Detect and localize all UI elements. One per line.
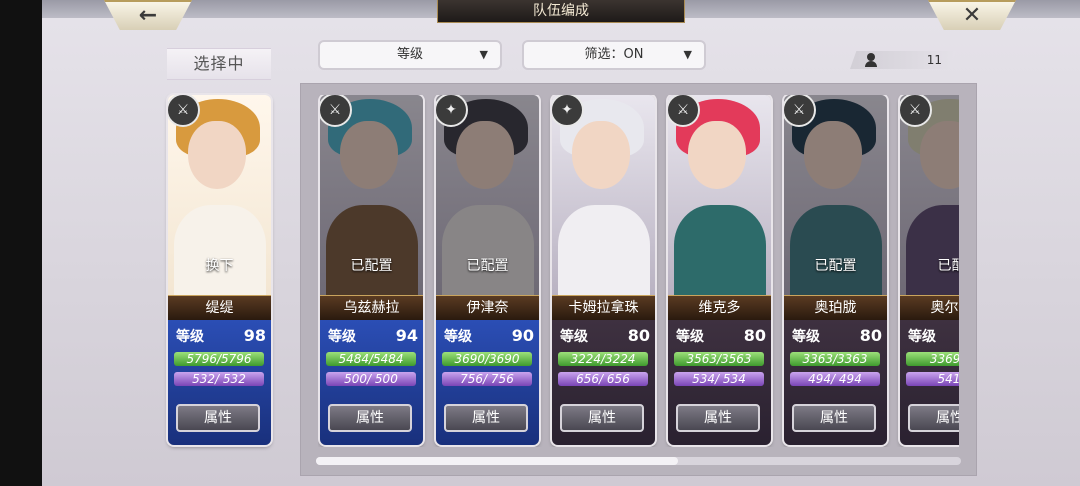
character-stats: 等级 90 3690/3690 756/ 756 属性	[436, 320, 539, 445]
attributes-button[interactable]: 属性	[792, 404, 876, 432]
level-label: 等级	[560, 329, 588, 345]
sp-bar: 532/ 532	[174, 372, 264, 386]
hp-bar: 5484/5484	[326, 352, 416, 366]
sp-bar: 500/ 500	[326, 372, 416, 386]
hp-bar: 3363/3363	[790, 352, 880, 366]
assigned-label: 已配	[937, 258, 960, 274]
page-title: 队伍编成	[437, 0, 685, 23]
level-value: 80	[627, 326, 650, 345]
assigned-label: 已配置	[466, 258, 509, 274]
back-button[interactable]: ←	[104, 0, 192, 30]
roster-card[interactable]: ⚔ 维克多 等级 80 3563/3563 534/ 534 属性	[668, 95, 771, 445]
sp-bar: 494/ 494	[790, 372, 880, 386]
character-stats: 等级 80 3224/3224 656/ 656 属性	[552, 320, 655, 445]
member-count-badge: 11	[850, 51, 956, 69]
hp-bar: 3563/3563	[674, 352, 764, 366]
close-button[interactable]: ✕	[928, 0, 1016, 30]
chevron-down-icon: ▼	[479, 48, 488, 61]
attributes-button[interactable]: 属性	[560, 404, 644, 432]
assigned-label: 已配置	[350, 258, 393, 274]
selected-character-card[interactable]: 换下 ⚔ 缇缇 等级 98 5796/5796 532/ 532 属性	[168, 95, 271, 445]
back-arrow-icon: ←	[138, 2, 158, 28]
hp-bar: 3369/3	[906, 352, 959, 366]
sp-bar: 756/ 756	[442, 372, 532, 386]
roster-card[interactable]: 已配置 ✦ 伊津奈 等级 90 3690/3690 756/ 756 属性	[436, 95, 539, 445]
sp-bar: 534/ 534	[674, 372, 764, 386]
game-screen: ← 队伍编成 ✕ 选择中 等级 ▼ 筛选：ON ▼ 11 换下 ⚔ 缇缇 等级 …	[42, 0, 1080, 486]
attributes-button[interactable]: 属性	[444, 404, 528, 432]
sp-bar: 656/ 656	[558, 372, 648, 386]
character-stats: 等级 98 5796/5796 532/ 532 属性	[168, 320, 271, 445]
character-stats: 等级 94 5484/5484 500/ 500 属性	[320, 320, 423, 445]
level-label: 等级	[792, 329, 820, 345]
character-stats: 等级 3369/3 541/属性	[900, 320, 959, 445]
character-name: 奥珀胧	[784, 295, 887, 321]
character-name: 奥尔蕾	[900, 295, 959, 321]
sort-dropdown-label: 等级	[396, 47, 423, 62]
level-label: 等级	[444, 329, 472, 345]
character-name: 伊津奈	[436, 295, 539, 321]
assigned-label: 已配置	[814, 258, 857, 274]
level-value: 80	[859, 326, 882, 345]
roster-card[interactable]: 已配置 ⚔ 奥珀胧 等级 80 3363/3363 494/ 494 属性	[784, 95, 887, 445]
sp-bar: 541/	[906, 372, 959, 386]
sort-dropdown[interactable]: 等级 ▼	[318, 40, 502, 70]
character-name: 缇缇	[168, 295, 271, 321]
hp-bar: 5796/5796	[174, 352, 264, 366]
level-label: 等级	[176, 329, 204, 345]
character-name: 乌兹赫拉	[320, 295, 423, 321]
hp-bar: 3224/3224	[558, 352, 648, 366]
attributes-button[interactable]: 属性	[328, 404, 412, 432]
character-stats: 等级 80 3363/3363 494/ 494 属性	[784, 320, 887, 445]
roster-card[interactable]: ✦ 卡姆拉拿珠 等级 80 3224/3224 656/ 656 属性	[552, 95, 655, 445]
filter-dropdown-label: 筛选：ON	[584, 47, 644, 62]
attributes-button[interactable]: 属性	[176, 404, 260, 432]
person-icon	[864, 53, 878, 67]
level-label: 等级	[676, 329, 704, 345]
hp-bar: 3690/3690	[442, 352, 532, 366]
roster-card[interactable]: 已配置 ⚔ 乌兹赫拉 等级 94 5484/5484 500/ 500 属性	[320, 95, 423, 445]
roster-card[interactable]: 已配⚔奥尔蕾等级3369/3541/属性	[900, 95, 959, 445]
level-value: 80	[743, 326, 766, 345]
character-name: 维克多	[668, 295, 771, 321]
scrollbar-thumb[interactable]	[316, 457, 678, 465]
selecting-label: 选择中	[167, 48, 271, 80]
attributes-button[interactable]: 属性	[908, 404, 959, 432]
level-label: 等级	[908, 329, 936, 345]
filter-dropdown[interactable]: 筛选：ON ▼	[522, 40, 706, 70]
chevron-down-icon: ▼	[683, 48, 692, 61]
level-value: 94	[395, 326, 418, 345]
character-stats: 等级 80 3563/3563 534/ 534 属性	[668, 320, 771, 445]
character-name: 卡姆拉拿珠	[552, 295, 655, 321]
attributes-button[interactable]: 属性	[676, 404, 760, 432]
level-label: 等级	[328, 329, 356, 345]
level-value: 90	[511, 326, 534, 345]
roster-list[interactable]: 已配置 ⚔ 乌兹赫拉 等级 94 5484/5484 500/ 500 属性 已配置 ✦ 伊津奈等…	[318, 95, 959, 447]
swap-out-label: 换下	[205, 258, 234, 274]
member-count: 11	[926, 53, 942, 67]
close-icon: ✕	[962, 2, 982, 28]
level-value: 98	[243, 326, 266, 345]
